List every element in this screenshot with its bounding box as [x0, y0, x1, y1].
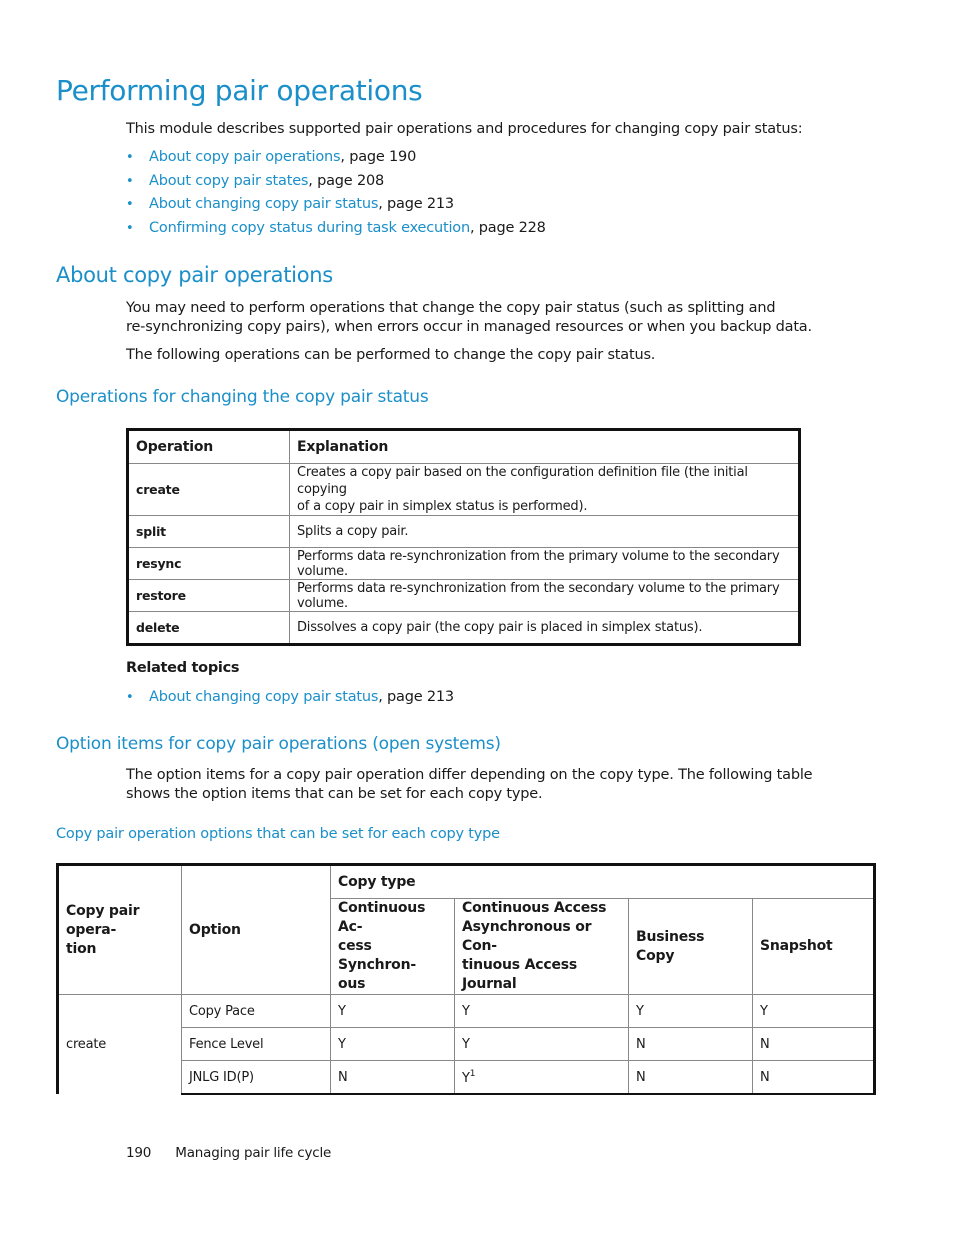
operation-cell: create	[56, 994, 182, 1094]
options-paragraph: The option items for a copy pair operati…	[126, 766, 813, 804]
operation-cell: split	[127, 515, 290, 548]
option-cell: JNLG ID(P)	[181, 1060, 331, 1095]
bullet-icon: •	[126, 173, 134, 189]
related-topics-list: • About changing copy pair status, page 2…	[126, 686, 454, 710]
chapter-title: Managing pair life cycle	[175, 1145, 332, 1161]
toc-link[interactable]: Confirming copy status during task execu…	[149, 220, 470, 236]
value-cell: Y	[454, 1027, 629, 1061]
header-operation: Operation	[127, 429, 290, 464]
table-row: resync Performs data re-synchronization …	[127, 547, 800, 580]
explanation-cell: Creates a copy pair based on the configu…	[289, 463, 800, 516]
explanation-cell: Performs data re-synchronization from th…	[289, 579, 800, 612]
explanation-cell: Splits a copy pair.	[289, 515, 800, 548]
page-title: Performing pair operations	[56, 74, 423, 107]
page-ref: , page 213	[378, 196, 454, 212]
value-cell: N	[752, 1060, 875, 1095]
toc-item: • Confirming copy status during task exec…	[126, 217, 546, 241]
footnote-marker: 1	[469, 1068, 476, 1079]
page-number: 190	[126, 1145, 152, 1161]
header-ca-async: Continuous Access Asynchronous or Con-tin…	[454, 898, 629, 995]
value-cell: N	[752, 1027, 875, 1061]
value-cell: Y	[330, 994, 455, 1028]
header-ca-sync: Continuous Ac-cess Synchron-ous	[330, 898, 455, 995]
options-line-2: shows the option items that can be set f…	[126, 786, 543, 802]
header-snapshot: Snapshot	[752, 898, 875, 995]
toc-item: • About copy pair states, page 208	[126, 170, 546, 194]
table-row: delete Dissolves a copy pair (the copy p…	[127, 611, 800, 645]
value-cell: N	[628, 1060, 753, 1095]
header-explanation: Explanation	[289, 429, 800, 464]
explanation-cell: Performs data re-synchronization from th…	[289, 547, 800, 580]
page-ref: , page 228	[469, 219, 546, 236]
options-table: Copy pair opera-tion Option Copy type Co…	[56, 863, 876, 1095]
bullet-icon: •	[126, 690, 134, 705]
operation-cell: restore	[127, 579, 290, 612]
operation-cell: delete	[127, 611, 290, 645]
related-link[interactable]: About changing copy pair status	[149, 689, 378, 705]
value-cell: N	[628, 1027, 753, 1061]
page-ref: , page 208	[308, 172, 385, 189]
about-paragraph: You may need to perform operations that …	[126, 299, 812, 337]
toc-link[interactable]: About changing copy pair status	[149, 196, 378, 212]
table-row: create Creates a copy pair based on the …	[127, 463, 800, 516]
value-cell: Y	[454, 994, 629, 1028]
bullet-icon: •	[126, 220, 134, 236]
section-heading-operations: Operations for changing the copy pair st…	[56, 387, 429, 407]
explanation-cell: Dissolves a copy pair (the copy pair is …	[289, 611, 800, 645]
operations-table: Operation Explanation create Creates a c…	[126, 428, 801, 646]
intro-text: This module describes supported pair ope…	[126, 121, 803, 137]
value-cell: N	[330, 1060, 455, 1095]
bullet-icon: •	[126, 150, 134, 165]
options-line-1: The option items for a copy pair operati…	[126, 767, 813, 783]
value-cell: Y	[628, 994, 753, 1028]
toc-link[interactable]: About copy pair operations	[149, 149, 341, 165]
value-cell: Y	[330, 1027, 455, 1061]
section-heading-options: Option items for copy pair operations (o…	[56, 734, 501, 754]
option-cell: Copy Pace	[181, 994, 331, 1028]
option-cell: Fence Level	[181, 1027, 331, 1061]
page-footer: 190 Managing pair life cycle	[126, 1145, 331, 1161]
header-copy-pair-operation: Copy pair opera-tion	[56, 864, 182, 995]
section-heading-about: About copy pair operations	[56, 263, 333, 287]
header-option: Option	[181, 864, 331, 995]
operation-cell: resync	[127, 547, 290, 580]
toc-list: • About copy pair operations, page 190 • A…	[126, 146, 546, 240]
header-business-copy: Business Copy	[628, 898, 753, 995]
about-line-1: You may need to perform operations that …	[126, 300, 776, 316]
about-line-2: re-synchronizing copy pairs), when error…	[126, 319, 812, 335]
table-row: restore Performs data re-synchronization…	[127, 579, 800, 612]
value-cell: Y	[752, 994, 875, 1028]
toc-item: • About copy pair operations, page 190	[126, 146, 546, 170]
value-cell: Y1	[454, 1060, 629, 1095]
related-topics-title: Related topics	[126, 660, 240, 676]
table-caption: Copy pair operation options that can be …	[56, 826, 500, 842]
header-copy-type: Copy type	[330, 864, 875, 899]
toc-link[interactable]: About copy pair states	[149, 173, 308, 189]
table-row: create Copy Pace Y Y Y Y	[56, 994, 875, 1094]
operation-cell: create	[127, 463, 290, 516]
page-ref: , page 213	[378, 689, 454, 705]
table-row: split Splits a copy pair.	[127, 515, 800, 548]
related-item: • About changing copy pair status, page 2…	[126, 686, 454, 710]
about-paragraph-2: The following operations can be performe…	[126, 347, 656, 363]
bullet-icon: •	[126, 197, 134, 212]
toc-item: • About changing copy pair status, page 2…	[126, 193, 546, 217]
page-ref: , page 190	[340, 149, 417, 165]
